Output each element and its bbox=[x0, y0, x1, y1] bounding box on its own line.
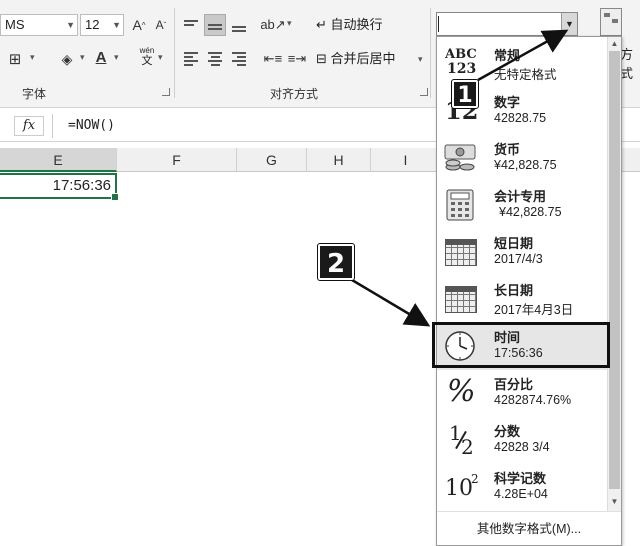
callout-badge-2: 2 bbox=[317, 243, 355, 281]
callout-badge-1: 1 bbox=[451, 79, 479, 109]
